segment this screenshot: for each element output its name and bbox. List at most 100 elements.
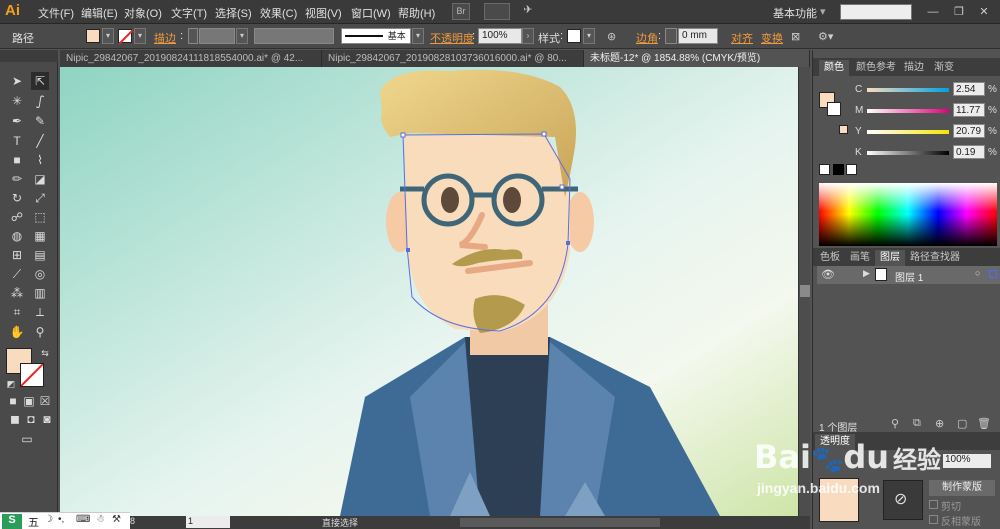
cyan-slider[interactable] (867, 88, 949, 92)
zoom-level[interactable]: 8 (130, 516, 135, 526)
wrench-icon[interactable]: ⚒ (112, 514, 121, 525)
close-icon[interactable]: ✕ (975, 4, 993, 20)
horizontal-scrollbar[interactable] (460, 518, 660, 527)
align-link[interactable]: 对齐 (731, 30, 753, 46)
make-mask-button[interactable]: 制作蒙版 (929, 480, 995, 496)
invert-mask-checkbox[interactable] (929, 515, 938, 524)
visibility-eye-icon[interactable]: 👁 (821, 268, 835, 281)
workspace-switcher[interactable]: 基本功能 (773, 5, 817, 21)
none-mode-icon[interactable]: ☒ (36, 392, 54, 410)
menu-window[interactable]: 窗口(W) (351, 5, 391, 21)
symbol-sprayer-tool-icon[interactable]: ⁂ (8, 284, 26, 302)
menu-object[interactable]: 对象(O) (124, 5, 162, 21)
black-swatch[interactable] (833, 164, 844, 175)
black-slider[interactable] (867, 151, 949, 155)
rectangle-tool-icon[interactable]: ■ (8, 151, 26, 169)
perspective-grid-tool-icon[interactable]: ▦ (31, 227, 49, 245)
anchor-point[interactable] (406, 248, 410, 252)
menu-select[interactable]: 选择(S) (215, 5, 252, 21)
curvature-tool-icon[interactable]: ✎ (31, 112, 49, 130)
isolate-icon[interactable]: ⊠ (791, 30, 800, 43)
tab-color[interactable]: 颜色 (819, 60, 849, 76)
new-sublayer-icon[interactable]: ⊕ (935, 417, 944, 430)
tab-document-2[interactable]: Nipic_29842067_20190828103736016000.ai* … (322, 50, 584, 67)
cyan-input[interactable]: 2.54 (953, 82, 985, 96)
transparency-opacity-input[interactable]: 100% (943, 454, 991, 468)
delete-layer-icon[interactable]: 🗑 (977, 417, 991, 430)
arrange-documents-button[interactable] (484, 3, 510, 20)
white-swatch[interactable] (846, 164, 857, 175)
hand-tool-icon[interactable]: ✋ (8, 323, 26, 341)
gpu-performance-icon[interactable]: ✈ (517, 3, 539, 20)
color-spectrum[interactable] (819, 183, 997, 246)
stroke-dropdown[interactable]: ▾ (134, 28, 146, 44)
brush-definition-dropdown[interactable]: ▾ (412, 28, 424, 44)
stroke-color-box[interactable] (20, 363, 44, 387)
fill-swatch[interactable] (86, 29, 100, 43)
gradient-tool-icon[interactable]: ▤ (31, 246, 49, 264)
bridge-button[interactable]: Br (452, 3, 470, 20)
type-tool-icon[interactable]: T (8, 132, 26, 150)
minimize-icon[interactable]: — (924, 4, 942, 20)
tools-panel-header[interactable] (0, 50, 58, 62)
direct-selection-tool-icon[interactable]: ⇱ (31, 72, 49, 90)
graphic-style-swatch[interactable] (567, 29, 581, 43)
stroke-swatch[interactable] (118, 29, 134, 45)
tab-swatches[interactable]: 色板 (815, 250, 845, 266)
default-colors-icon[interactable]: ◩ (2, 375, 20, 393)
selection-indicator[interactable] (989, 270, 997, 278)
moon-icon[interactable]: ☽ (44, 514, 53, 525)
swap-fill-stroke-icon[interactable]: ⇆ (36, 344, 54, 362)
anchor-point[interactable] (541, 131, 547, 137)
scale-tool-icon[interactable]: ⤢ (31, 189, 49, 207)
tab-document-1[interactable]: Nipic_29842067_20190824111818554000.ai* … (60, 50, 322, 67)
rotate-tool-icon[interactable]: ↻ (8, 189, 26, 207)
paintbrush-tool-icon[interactable]: ⌇ (31, 151, 49, 169)
sogou-logo-icon[interactable]: S (2, 514, 22, 529)
yellow-slider[interactable] (867, 130, 949, 134)
recolor-artwork-icon[interactable]: ⊛ (607, 30, 616, 43)
zoom-tool-icon[interactable]: ⚲ (31, 323, 49, 341)
selection-tool-icon[interactable]: ➤ (8, 72, 26, 90)
blend-tool-icon[interactable]: ◎ (31, 265, 49, 283)
ime-mode[interactable]: 五 (28, 514, 39, 529)
menu-help[interactable]: 帮助(H) (398, 5, 435, 21)
corners-spinner[interactable] (665, 28, 677, 44)
tab-pathfinder[interactable]: 路径查找器 (905, 250, 965, 266)
fill-dropdown[interactable]: ▾ (102, 28, 114, 44)
maximize-icon[interactable]: ❐ (950, 4, 968, 20)
corners-label[interactable]: 边角 (636, 30, 658, 46)
stroke-weight-input[interactable] (199, 28, 235, 44)
user-icon[interactable]: ☃ (96, 514, 105, 525)
stroke-weight-spinner[interactable] (188, 28, 198, 44)
tab-brushes[interactable]: 画笔 (845, 250, 875, 266)
opacity-label[interactable]: 不透明度 (430, 30, 474, 46)
artboard-number[interactable]: 1 (186, 516, 230, 528)
help-search-input[interactable] (840, 4, 912, 20)
yellow-input[interactable]: 20.79 (953, 124, 985, 138)
tab-color-guide[interactable]: 颜色参考 (851, 60, 901, 76)
more-options-icon[interactable]: ⚙▾ (818, 30, 833, 43)
tab-layers[interactable]: 图层 (875, 250, 905, 266)
corners-input[interactable]: 0 mm (678, 28, 718, 44)
menu-type[interactable]: 文字(T) (171, 5, 207, 21)
artboard-canvas[interactable] (60, 67, 798, 516)
shape-builder-tool-icon[interactable]: ◍ (8, 227, 26, 245)
none-swatch[interactable] (819, 164, 830, 175)
artboard-tool-icon[interactable]: ⌗ (8, 303, 26, 321)
line-tool-icon[interactable]: ╱ (31, 132, 49, 150)
menu-view[interactable]: 视图(V) (305, 5, 342, 21)
pen-tool-icon[interactable]: ✒ (8, 112, 26, 130)
magenta-input[interactable]: 11.77 (953, 103, 985, 117)
layer-row[interactable]: 👁 ▶ 图层 1 ○ (817, 266, 1000, 284)
pencil-tool-icon[interactable]: ✏ (8, 170, 26, 188)
warp-tool-icon[interactable]: ☍ (8, 208, 26, 226)
tab-stroke[interactable]: 描边 (899, 60, 929, 76)
tab-gradient[interactable]: 渐变 (929, 60, 959, 76)
variable-width-profile[interactable] (254, 28, 334, 44)
layer-name[interactable]: 图层 1 (895, 269, 923, 284)
clip-checkbox[interactable] (929, 500, 938, 509)
target-icon[interactable]: ○ (975, 268, 980, 278)
black-input[interactable]: 0.19 (953, 145, 985, 159)
screen-mode-icon[interactable]: ▭ (18, 430, 36, 448)
